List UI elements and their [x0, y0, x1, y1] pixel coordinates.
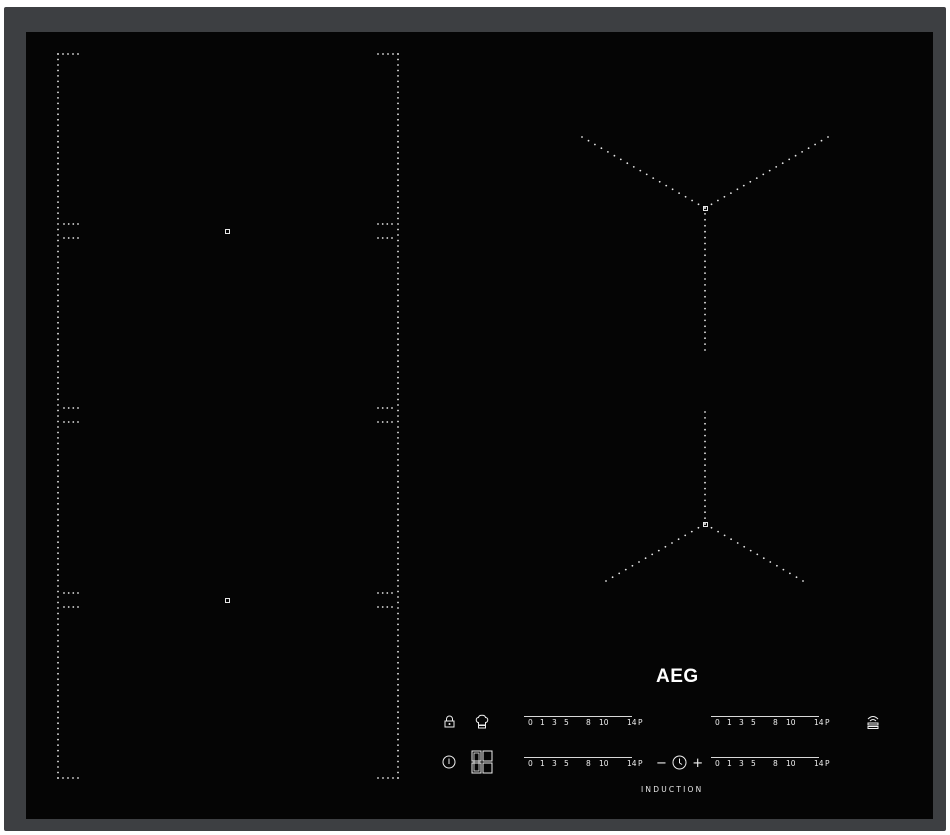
slider-scale: 0 1 3 5 8 10 14 P: [524, 759, 643, 769]
lock-icon[interactable]: [444, 715, 455, 728]
power-level-label: 14: [814, 718, 824, 727]
slider-scale: 0 1 3 5 8 10 14 P: [711, 718, 830, 728]
power-level-label: 5: [751, 759, 756, 768]
power-level-label: 5: [751, 718, 756, 727]
power-level-label: 5: [564, 718, 569, 727]
zone-marker-left-bottom: [225, 598, 230, 603]
power-level-label: P: [825, 759, 830, 768]
cooking-zone-markings: [57, 53, 829, 779]
brand-logo: AEG: [656, 666, 699, 687]
power-icon[interactable]: [442, 755, 456, 769]
slider-rail: [524, 757, 632, 758]
power-slider-rear-right[interactable]: 0 1 3 5 8 10 14 P: [711, 716, 830, 730]
slider-rail: [524, 716, 632, 717]
timer-plus-button[interactable]: +: [692, 756, 703, 771]
slider-rail: [711, 716, 819, 717]
timer-control: − +: [656, 755, 703, 774]
timer-minus-button[interactable]: −: [656, 756, 667, 771]
power-slider-front-left[interactable]: 0 1 3 5 8 10 14 P: [524, 757, 643, 771]
power-level-label: 8: [773, 759, 778, 768]
power-level-label: 10: [786, 759, 796, 768]
zone-marker-left-top: [225, 229, 230, 234]
slider-scale: 0 1 3 5 8 10 14 P: [711, 759, 830, 769]
slider-rail: [711, 757, 819, 758]
power-level-label: 3: [739, 759, 744, 768]
chef-hat-icon[interactable]: [475, 714, 489, 729]
power-level-label: 0: [528, 718, 533, 727]
power-level-label: 0: [715, 759, 720, 768]
power-level-label: 3: [552, 759, 557, 768]
power-level-label: 8: [773, 718, 778, 727]
clock-icon[interactable]: [672, 755, 687, 774]
hob-to-hood-icon[interactable]: [866, 714, 880, 730]
power-level-label: 1: [727, 759, 732, 768]
power-level-label: 14: [627, 759, 637, 768]
power-level-label: 3: [552, 718, 557, 727]
power-level-label: 8: [586, 718, 591, 727]
power-level-label: 1: [727, 718, 732, 727]
power-level-label: 14: [627, 718, 637, 727]
power-level-label: 10: [599, 759, 609, 768]
brand-subtitle: INDUCTION: [641, 785, 704, 794]
bridge-zones-icon[interactable]: [471, 750, 493, 774]
power-level-label: P: [638, 718, 643, 727]
power-level-label: 3: [739, 718, 744, 727]
power-level-label: 10: [599, 718, 609, 727]
power-slider-front-right[interactable]: 0 1 3 5 8 10 14 P: [711, 757, 830, 771]
power-level-label: 10: [786, 718, 796, 727]
power-level-label: 1: [540, 759, 545, 768]
power-level-label: 0: [715, 718, 720, 727]
power-level-label: P: [638, 759, 643, 768]
power-level-label: P: [825, 718, 830, 727]
power-level-label: 0: [528, 759, 533, 768]
power-level-label: 5: [564, 759, 569, 768]
slider-scale: 0 1 3 5 8 10 14 P: [524, 718, 643, 728]
power-level-label: 14: [814, 759, 824, 768]
power-level-label: 1: [540, 718, 545, 727]
power-level-label: 8: [586, 759, 591, 768]
power-slider-rear-left[interactable]: 0 1 3 5 8 10 14 P: [524, 716, 643, 730]
